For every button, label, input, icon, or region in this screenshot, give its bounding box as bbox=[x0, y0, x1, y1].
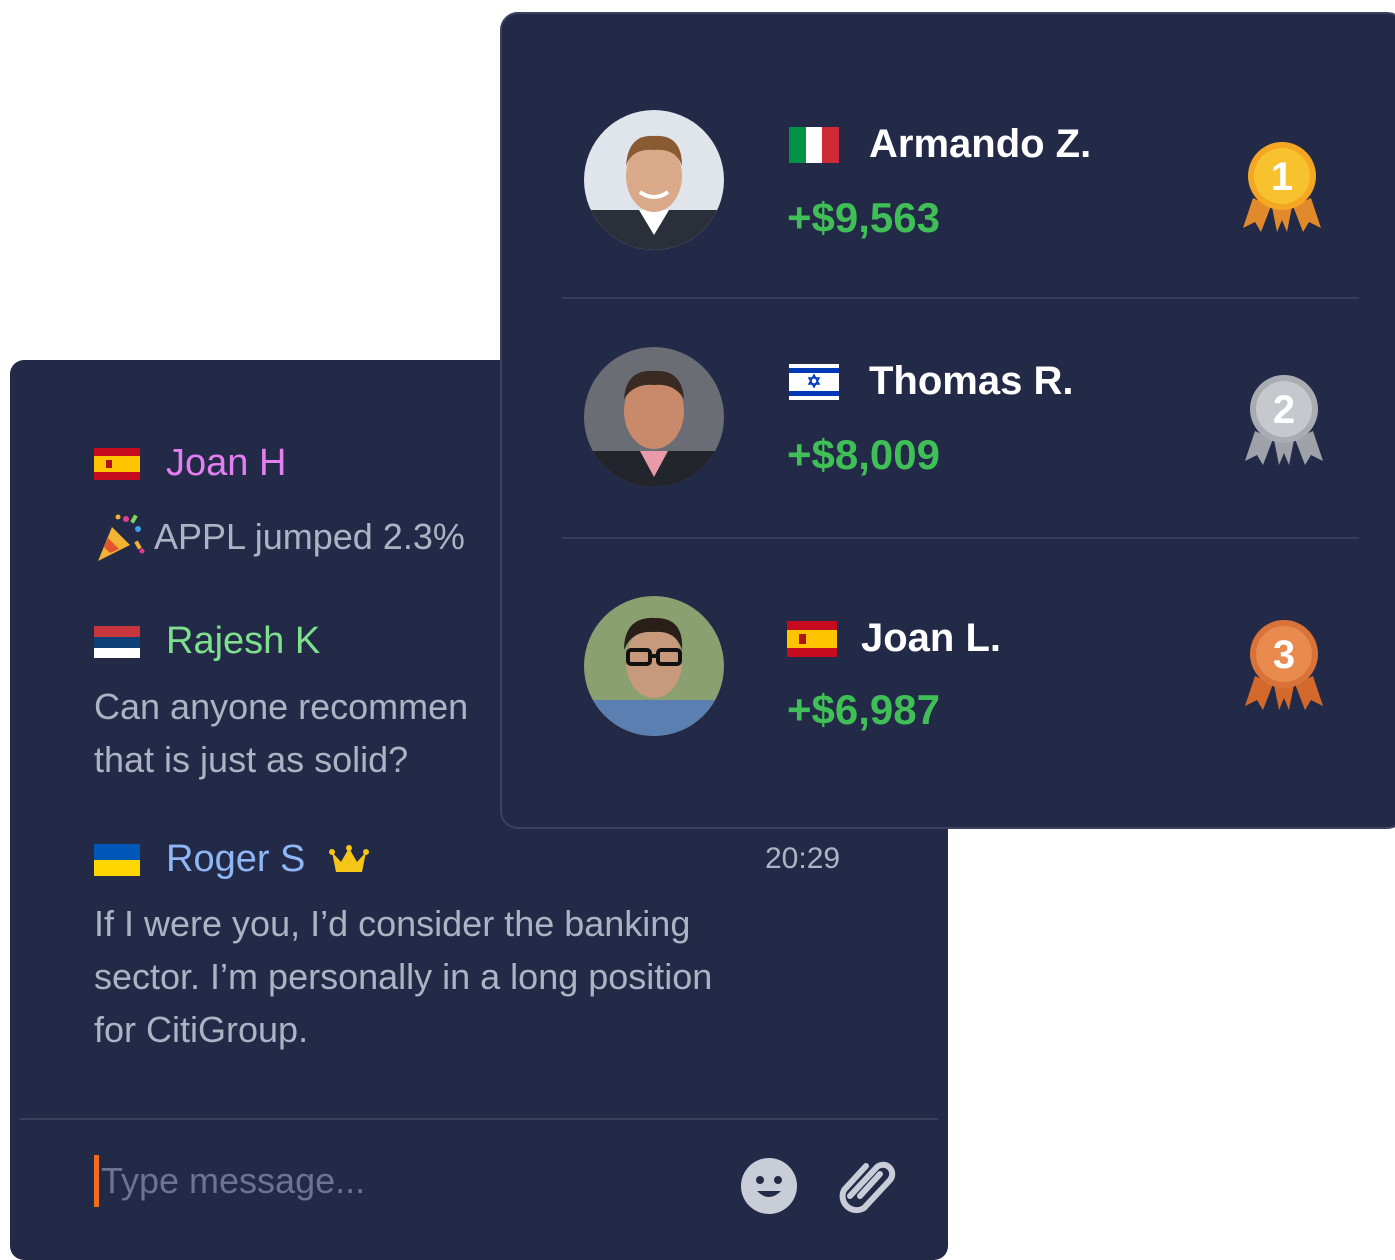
message-composer bbox=[94, 1155, 661, 1207]
chat-username[interactable]: Joan H bbox=[166, 442, 286, 485]
message-header: Rajesh K bbox=[94, 620, 320, 663]
leaderboard-panel: Armando Z. +$9,563 1 Thomas R. +$8,009 2… bbox=[500, 12, 1395, 829]
leaderboard-row[interactable]: Joan L. +$6,987 3 bbox=[502, 550, 1395, 788]
leaderboard-name-group: Armando Z. bbox=[789, 122, 1091, 167]
ukraine-flag-icon bbox=[94, 843, 140, 876]
trader-profit: +$6,987 bbox=[787, 686, 940, 733]
message-header: Roger S bbox=[94, 838, 370, 881]
trader-name: Joan L. bbox=[861, 616, 1002, 660]
serbia-flag-icon bbox=[94, 625, 140, 658]
chat-message: APPL jumped 2.3% bbox=[94, 510, 465, 563]
israel-flag-icon bbox=[789, 363, 839, 400]
medal-rank: 2 bbox=[1273, 388, 1295, 432]
attachment-clip-icon[interactable] bbox=[836, 1156, 900, 1216]
emoji-icon[interactable] bbox=[740, 1157, 798, 1215]
avatar bbox=[584, 596, 724, 736]
trader-profit: +$9,563 bbox=[787, 194, 940, 241]
silver-medal-icon: 2 bbox=[1245, 375, 1323, 465]
trader-name: Thomas R. bbox=[869, 359, 1074, 403]
avatar bbox=[584, 110, 724, 250]
chat-username[interactable]: Roger S bbox=[166, 838, 305, 881]
leaderboard-name-group: Joan L. bbox=[787, 616, 1001, 661]
spain-flag-icon bbox=[787, 620, 837, 657]
chat-username[interactable]: Rajesh K bbox=[166, 620, 320, 663]
bronze-medal-icon: 3 bbox=[1245, 620, 1323, 710]
gold-medal-icon: 1 bbox=[1243, 142, 1321, 232]
message-input[interactable] bbox=[101, 1160, 661, 1202]
leaderboard-name-group: Thomas R. bbox=[789, 359, 1073, 404]
message-header: Joan H bbox=[94, 442, 286, 485]
trader-name: Armando Z. bbox=[869, 122, 1092, 166]
leaderboard-row[interactable]: Thomas R. +$8,009 2 bbox=[502, 303, 1395, 541]
medal-rank: 3 bbox=[1273, 633, 1295, 677]
message-timestamp: 20:29 bbox=[765, 842, 841, 875]
chat-message-text: Can anyone recommen that is just as soli… bbox=[94, 686, 469, 780]
row-divider bbox=[562, 537, 1359, 539]
crown-icon bbox=[329, 844, 370, 872]
italy-flag-icon bbox=[789, 126, 839, 163]
spain-flag-icon bbox=[94, 447, 140, 480]
chat-message-text: If I were you, I’d consider the banking … bbox=[94, 903, 713, 1050]
trader-profit: +$8,009 bbox=[787, 431, 940, 478]
chat-message-text: APPL jumped 2.3% bbox=[154, 516, 465, 557]
text-caret bbox=[94, 1155, 99, 1207]
party-popper-icon bbox=[98, 514, 145, 561]
avatar bbox=[584, 347, 724, 487]
row-divider bbox=[562, 297, 1359, 299]
medal-rank: 1 bbox=[1271, 155, 1293, 199]
composer-divider bbox=[20, 1118, 938, 1120]
leaderboard-row[interactable]: Armando Z. +$9,563 1 bbox=[502, 66, 1395, 304]
